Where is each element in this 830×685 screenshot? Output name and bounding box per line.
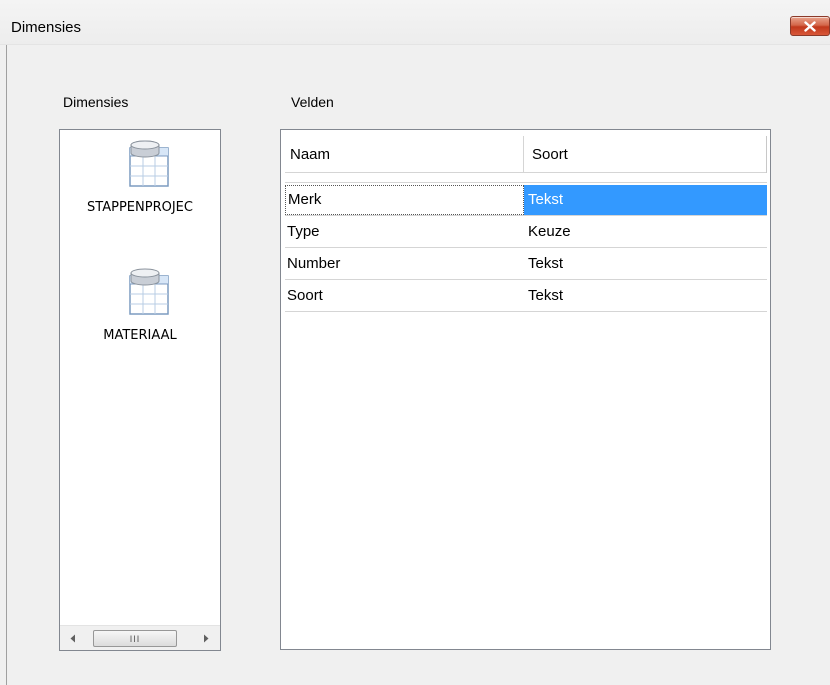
scroll-right-button[interactable] xyxy=(198,630,214,646)
close-icon xyxy=(804,20,816,32)
cell-naam[interactable]: Soort xyxy=(285,281,524,311)
cell-soort[interactable]: Tekst xyxy=(524,281,767,311)
column-header-naam[interactable]: Naam xyxy=(285,136,524,173)
dimension-item-materiaal[interactable]: MATERIAAL xyxy=(60,266,220,350)
chevron-left-icon xyxy=(70,634,75,642)
grid-spacer-row xyxy=(285,174,767,183)
title-bar[interactable]: Dimensies xyxy=(0,0,830,45)
database-table-icon xyxy=(129,140,169,187)
table-row[interactable]: Soort Tekst xyxy=(285,281,767,312)
fields-label: Velden xyxy=(291,94,334,110)
cell-soort[interactable]: Tekst xyxy=(524,249,767,279)
chevron-right-icon xyxy=(204,634,209,642)
grid-header: Naam Soort xyxy=(285,136,767,173)
dimensions-list[interactable]: STAPPENPROJEC MATERIAAL III xyxy=(59,129,221,651)
column-header-label: Naam xyxy=(290,146,331,163)
database-table-icon xyxy=(129,268,169,315)
table-row[interactable]: Type Keuze xyxy=(285,217,767,248)
scrollbar-grip: III xyxy=(129,633,141,644)
cell-soort[interactable]: Tekst xyxy=(524,185,767,215)
scrollbar-thumb[interactable]: III xyxy=(93,630,177,647)
table-row[interactable]: Merk Tekst xyxy=(285,185,767,216)
table-row[interactable]: Number Tekst xyxy=(285,249,767,280)
fields-grid[interactable]: Naam Soort Merk Tekst Type Keuze Number … xyxy=(280,129,771,650)
close-button[interactable] xyxy=(790,16,830,36)
dialog-window: Dimensies Dimensies Velden STAPPENPROJEC… xyxy=(0,0,830,685)
column-header-label: Soort xyxy=(532,146,568,163)
column-header-soort[interactable]: Soort xyxy=(524,136,767,173)
cell-soort[interactable]: Keuze xyxy=(524,217,767,247)
window-title: Dimensies xyxy=(11,19,82,36)
cell-naam[interactable]: Number xyxy=(285,249,524,279)
dimensions-label: Dimensies xyxy=(63,94,129,110)
scroll-left-button[interactable] xyxy=(65,630,81,646)
cell-naam[interactable]: Merk xyxy=(285,185,524,215)
cell-naam[interactable]: Type xyxy=(285,217,524,247)
dimension-name: MATERIAAL xyxy=(103,328,177,343)
dimension-item-stappenprojec[interactable]: STAPPENPROJEC xyxy=(60,138,220,222)
dimension-name: STAPPENPROJEC xyxy=(87,200,193,215)
window-left-edge xyxy=(0,45,7,685)
horizontal-scrollbar[interactable]: III xyxy=(60,625,220,650)
